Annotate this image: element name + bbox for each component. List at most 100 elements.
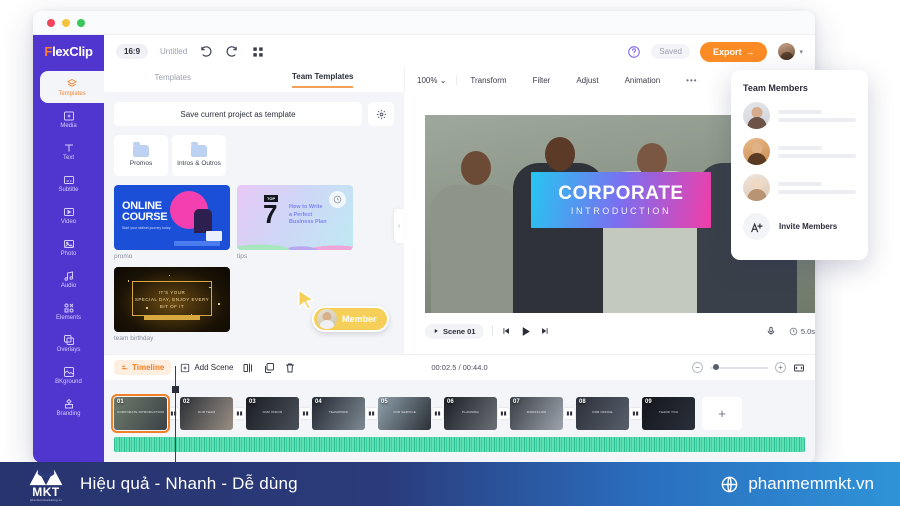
transition-icon[interactable]: [300, 408, 311, 419]
transition-icon[interactable]: [630, 408, 641, 419]
sidebar-item-video[interactable]: Video: [33, 199, 104, 231]
transition-icon[interactable]: [498, 408, 509, 419]
title-text-element[interactable]: CORPORATE INTRODUCTION: [531, 172, 711, 228]
zoom-level-select[interactable]: 100% ⌄: [413, 75, 458, 85]
fit-to-width-icon[interactable]: [793, 362, 805, 374]
export-label: Export: [712, 46, 742, 57]
export-button[interactable]: Export →: [699, 41, 768, 62]
redo-icon[interactable]: [225, 45, 239, 59]
thumb-lines: How to Write a Perfect Business Plan: [289, 204, 327, 227]
gear-icon[interactable]: [368, 102, 394, 126]
project-name-field[interactable]: Untitled: [160, 47, 187, 56]
minus-circle-icon[interactable]: −: [692, 362, 703, 373]
sidebar-item-audio[interactable]: Audio: [33, 263, 104, 295]
aspect-ratio-button[interactable]: 16:9: [116, 44, 149, 59]
template-card-promo[interactable]: ONLINE COURSE Start your skillset journe…: [114, 185, 230, 260]
chevron-left-icon[interactable]: ‹: [394, 209, 404, 243]
sidebar-item-photo[interactable]: Photo: [33, 231, 104, 263]
tool-animation[interactable]: Animation: [612, 76, 674, 85]
transition-icon[interactable]: [168, 408, 179, 419]
clip-caption: OUR SERVICE: [393, 410, 416, 414]
tab-templates[interactable]: Templates: [155, 73, 191, 87]
sidebar-item-background[interactable]: BKground: [33, 359, 104, 391]
slider-knob[interactable]: [713, 364, 719, 370]
text-icon: [62, 141, 75, 154]
plus-circle-icon[interactable]: +: [775, 362, 786, 373]
microphone-icon[interactable]: [766, 326, 776, 336]
skip-previous-icon[interactable]: [501, 326, 511, 336]
member-placeholder-lines: [778, 181, 856, 194]
table-row[interactable]: 05 OUR SERVICE: [378, 397, 431, 430]
duplicate-icon[interactable]: [263, 362, 275, 374]
skip-next-icon[interactable]: [540, 326, 550, 336]
sidebar-item-overlays[interactable]: Overlays: [33, 327, 104, 359]
table-row[interactable]: 02 OUR TEAM: [180, 397, 233, 430]
timeline-playhead[interactable]: [172, 366, 179, 463]
trash-icon[interactable]: [284, 362, 296, 374]
undo-icon[interactable]: [199, 45, 213, 59]
list-item[interactable]: [743, 174, 856, 201]
template-thumbnail: TOP 7 How to Write a Perfect Business Pl…: [237, 185, 353, 250]
tab-team-templates[interactable]: Team Templates: [291, 72, 354, 88]
sidebar-item-elements[interactable]: Elements: [33, 295, 104, 327]
sidebar-label: Photo: [60, 251, 77, 257]
save-project-as-template-button[interactable]: Save current project as template: [114, 102, 362, 126]
folder-promos[interactable]: Promos: [114, 135, 168, 176]
maximize-window-button[interactable]: [77, 18, 85, 27]
split-icon[interactable]: [242, 362, 254, 374]
collaborator-role-label: Member: [342, 314, 377, 324]
timeline-icon: [122, 365, 127, 370]
grid-icon[interactable]: [251, 45, 265, 59]
templates-icon: [66, 77, 79, 90]
transition-icon[interactable]: [564, 408, 575, 419]
sidebar-item-branding[interactable]: Branding: [33, 391, 104, 423]
table-row[interactable]: 09 THANK YOU: [642, 397, 695, 430]
transition-icon[interactable]: [234, 408, 245, 419]
table-row[interactable]: 04 TEAMWORK: [312, 397, 365, 430]
user-menu[interactable]: ▾: [777, 42, 803, 61]
close-window-button[interactable]: [47, 18, 55, 27]
thumb-line-3: Business Plan: [289, 219, 327, 225]
table-row[interactable]: 03 OUR VISION: [246, 397, 299, 430]
help-icon[interactable]: [627, 45, 641, 59]
member-placeholder-lines: [778, 145, 856, 158]
tool-adjust[interactable]: Adjust: [563, 76, 611, 85]
add-scene-button[interactable]: Add Scene: [180, 363, 233, 373]
add-clip-button[interactable]: +: [702, 397, 742, 430]
subtitle-icon: [62, 173, 75, 186]
sidebar-label: Overlays: [56, 347, 81, 353]
play-icon[interactable]: [519, 325, 532, 338]
clip-duration: 5.0s: [789, 327, 815, 336]
transition-icon[interactable]: [432, 408, 443, 419]
placeholder-line: [778, 189, 856, 194]
transition-icon[interactable]: [366, 408, 377, 419]
sidebar-item-subtitle[interactable]: Subtitle: [33, 167, 104, 199]
sidebar-item-text[interactable]: Text: [33, 135, 104, 167]
sidebar-item-templates[interactable]: Templates: [40, 71, 104, 103]
placeholder-line: [778, 117, 856, 122]
clip-number: 07: [513, 399, 520, 405]
table-row[interactable]: 06 PLANNING: [444, 397, 497, 430]
list-item[interactable]: [743, 138, 856, 165]
banner-website[interactable]: phanmemmkt.vn: [720, 474, 874, 494]
sidebar-item-media[interactable]: Media: [33, 103, 104, 135]
folder-intros-outros[interactable]: Intros & Outros: [172, 135, 226, 176]
table-row[interactable]: 07 WORKFLOW: [510, 397, 563, 430]
audio-waveform-track[interactable]: [114, 437, 805, 452]
scene-selector[interactable]: Scene 01: [425, 323, 484, 339]
table-row[interactable]: 01 CORPORATE INTRODUCTION: [111, 394, 170, 433]
collaborator-badge[interactable]: Member: [312, 306, 389, 332]
decor-bar: [144, 316, 200, 320]
table-row[interactable]: 08 OUR OFFICE: [576, 397, 629, 430]
invite-members-button[interactable]: Invite Members: [743, 213, 856, 240]
tool-filter[interactable]: Filter: [520, 76, 564, 85]
timeline-zoom-slider[interactable]: [710, 364, 768, 370]
mkt-wordmark: MKT: [32, 485, 60, 499]
timeline-tab[interactable]: Timeline: [114, 360, 172, 375]
template-card-tips[interactable]: TOP 7 How to Write a Perfect Business Pl…: [237, 185, 353, 260]
minimize-window-button[interactable]: [62, 18, 70, 27]
list-item[interactable]: [743, 102, 856, 129]
template-card-team-birthday[interactable]: IT'S YOUR SPECIAL DAY, ENJOY EVERY BIT O…: [114, 267, 230, 342]
tool-transform[interactable]: Transform: [457, 76, 519, 85]
more-options-button[interactable]: •••: [673, 76, 710, 85]
